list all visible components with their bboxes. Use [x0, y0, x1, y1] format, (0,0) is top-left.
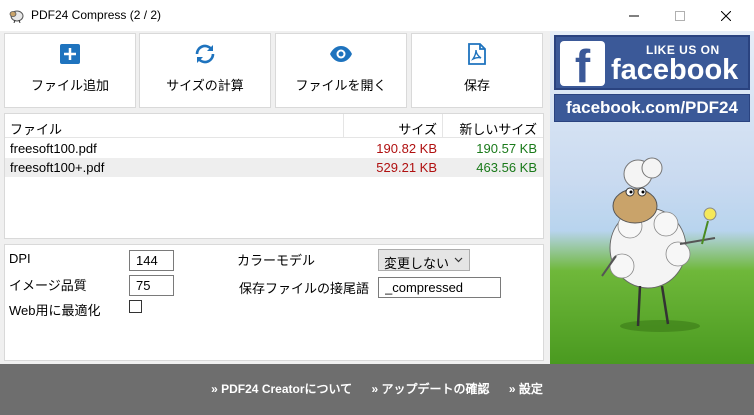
close-icon — [721, 10, 731, 21]
open-file-label: ファイルを開く — [295, 78, 387, 93]
suffix-input[interactable] — [378, 277, 501, 298]
sheep-app-icon — [9, 10, 24, 23]
close-button[interactable] — [703, 0, 749, 31]
facebook-f-icon: f — [560, 41, 605, 91]
web-optimize-label: Web用に最適化 — [9, 303, 101, 318]
chevron-down-icon — [454, 257, 463, 263]
minimize-button[interactable] — [611, 0, 657, 31]
dpi-label: DPI — [9, 251, 31, 266]
file-size: 190.82 KB — [376, 141, 437, 156]
column-divider[interactable] — [343, 114, 344, 138]
eye-icon — [330, 46, 352, 62]
save-label: 保存 — [463, 78, 490, 93]
pdf-file-icon — [468, 43, 486, 65]
maximize-icon — [675, 10, 685, 21]
add-file-label: ファイル追加 — [30, 78, 109, 93]
settings-panel: DPI イメージ品質 Web用に最適化 カラーモデル 変更しない 保存ファイルの… — [4, 244, 544, 361]
color-model-value: 変更しない — [384, 256, 450, 271]
footer-bar: » PDF24 Creatorについて » アップデートの確認 » 設定 — [0, 364, 754, 415]
facebook-logo[interactable]: f LIKE US ON facebook — [554, 35, 750, 91]
refresh-icon — [195, 44, 215, 64]
dpi-input[interactable] — [129, 250, 174, 271]
dancing-sheep-illustration — [601, 157, 717, 332]
file-name: freesoft100+.pdf — [10, 160, 105, 175]
header-size[interactable]: サイズ — [398, 119, 437, 138]
maximize-button[interactable] — [657, 0, 703, 31]
facebook-url[interactable]: facebook.com/PDF24 — [554, 94, 750, 122]
about-link[interactable]: » PDF24 Creatorについて — [211, 382, 352, 396]
update-check-link[interactable]: » アップデートの確認 — [371, 382, 489, 396]
minimize-icon — [629, 15, 639, 16]
file-new-size: 190.57 KB — [476, 141, 537, 156]
file-row[interactable]: freesoft100.pdf 190.82 KB 190.57 KB — [5, 139, 543, 158]
calc-size-label: サイズの計算 — [166, 78, 244, 93]
color-model-select[interactable]: 変更しない — [378, 249, 470, 271]
file-new-size: 463.56 KB — [476, 160, 537, 175]
facebook-ad-panel[interactable]: f LIKE US ON facebook facebook.com/PDF24 — [550, 31, 754, 364]
quality-input[interactable] — [129, 275, 174, 296]
file-list-header: ファイル サイズ 新しいサイズ — [5, 114, 543, 138]
quality-label: イメージ品質 — [9, 278, 87, 293]
plus-icon — [60, 44, 80, 64]
file-list[interactable]: ファイル サイズ 新しいサイズ freesoft100.pdf 190.82 K… — [4, 113, 544, 239]
save-button[interactable]: 保存 — [411, 33, 543, 108]
color-model-label: カラーモデル — [237, 253, 316, 268]
add-file-button[interactable]: ファイル追加 — [4, 33, 136, 108]
header-file[interactable]: ファイル — [10, 119, 62, 138]
file-name: freesoft100.pdf — [10, 141, 97, 156]
column-divider[interactable] — [442, 114, 443, 138]
facebook-wordmark: facebook — [611, 54, 739, 86]
open-file-button[interactable]: ファイルを開く — [275, 33, 407, 108]
web-optimize-checkbox[interactable] — [129, 300, 142, 313]
calc-size-button[interactable]: サイズの計算 — [139, 33, 271, 108]
file-size: 529.21 KB — [376, 160, 437, 175]
suffix-label: 保存ファイルの接尾語 — [239, 281, 370, 296]
window-title: PDF24 Compress (2 / 2) — [31, 8, 162, 22]
footer-links: » PDF24 Creatorについて » アップデートの確認 » 設定 — [0, 380, 754, 397]
header-new-size[interactable]: 新しいサイズ — [459, 119, 537, 138]
settings-link[interactable]: » 設定 — [509, 382, 543, 396]
file-row-selected[interactable]: freesoft100+.pdf 529.21 KB 463.56 KB — [5, 158, 543, 177]
title-bar: PDF24 Compress (2 / 2) — [0, 0, 754, 31]
